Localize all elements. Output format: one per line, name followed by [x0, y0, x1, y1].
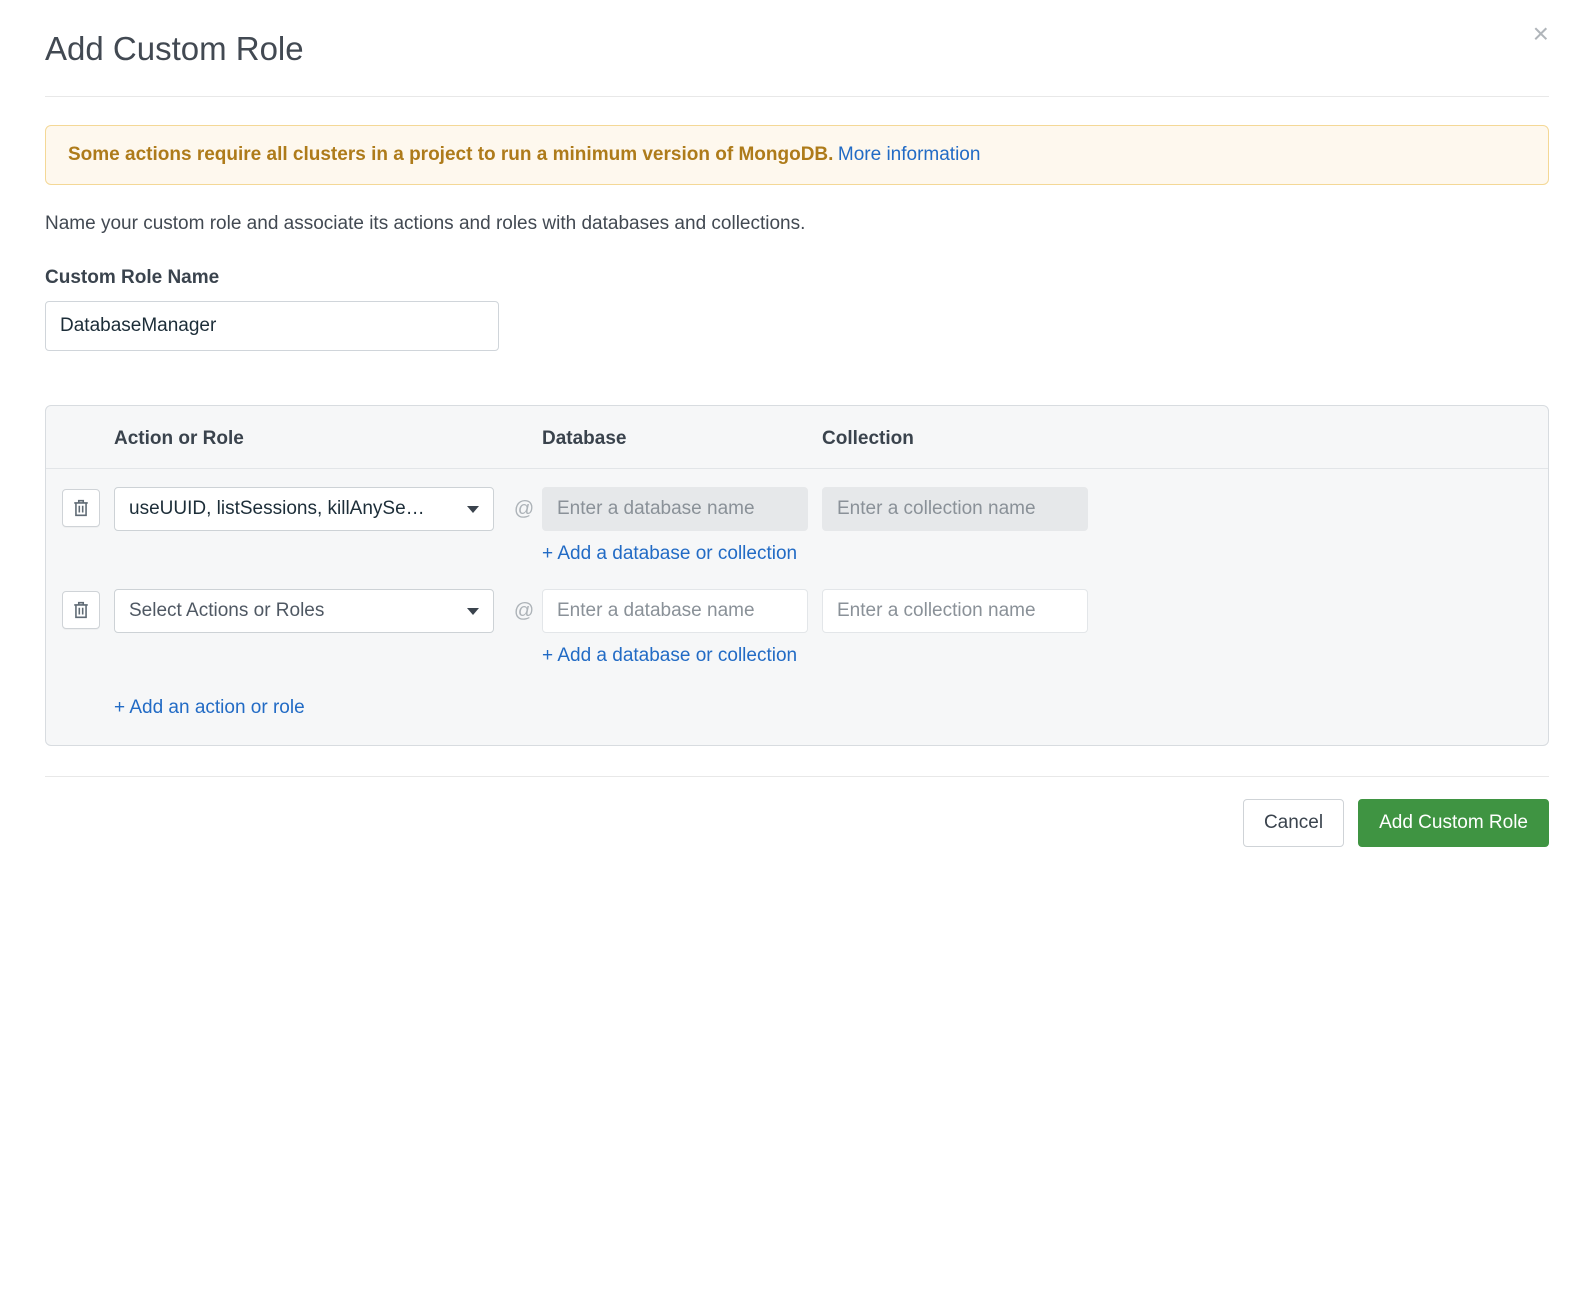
action-select[interactable]: Select Actions or Roles	[114, 589, 494, 633]
add-custom-role-modal: × Add Custom Role Some actions require a…	[45, 30, 1549, 847]
add-db-collection-link[interactable]: + Add a database or collection	[542, 645, 797, 667]
database-input[interactable]	[542, 589, 808, 633]
table-header: Action or Role Database Collection	[46, 406, 1548, 469]
at-symbol: @	[514, 498, 534, 520]
alert-banner: Some actions require all clusters in a p…	[45, 125, 1549, 185]
header-collection: Collection	[822, 428, 1102, 450]
delete-row-button[interactable]	[62, 489, 100, 527]
database-input	[542, 487, 808, 531]
action-select[interactable]: useUUID, listSessions, killAnySe…	[114, 487, 494, 531]
action-select-value: useUUID, listSessions, killAnySe…	[129, 498, 425, 520]
trash-icon	[73, 601, 89, 619]
collection-input	[822, 487, 1088, 531]
chevron-down-icon	[467, 506, 479, 513]
table-row: useUUID, listSessions, killAnySe… @	[46, 469, 1548, 531]
header-database: Database	[542, 428, 822, 450]
close-icon[interactable]: ×	[1533, 20, 1549, 48]
collection-input[interactable]	[822, 589, 1088, 633]
add-db-collection-link[interactable]: + Add a database or collection	[542, 543, 797, 565]
header-action: Action or Role	[114, 428, 506, 450]
add-action-role-link[interactable]: + Add an action or role	[114, 697, 305, 719]
table-row: Select Actions or Roles @	[46, 571, 1548, 633]
permissions-table: Action or Role Database Collection useUU…	[45, 405, 1549, 746]
divider	[45, 96, 1549, 97]
chevron-down-icon	[467, 608, 479, 615]
alert-text: Some actions require all clusters in a p…	[68, 144, 833, 165]
alert-more-info-link[interactable]: More information	[838, 144, 981, 165]
modal-title: Add Custom Role	[45, 30, 1549, 68]
role-name-input[interactable]	[45, 301, 499, 351]
trash-icon	[73, 499, 89, 517]
action-select-placeholder: Select Actions or Roles	[129, 600, 324, 622]
cancel-button[interactable]: Cancel	[1243, 799, 1344, 847]
add-custom-role-button[interactable]: Add Custom Role	[1358, 799, 1549, 847]
delete-row-button[interactable]	[62, 591, 100, 629]
description-text: Name your custom role and associate its …	[45, 213, 1549, 235]
modal-footer: Cancel Add Custom Role	[45, 776, 1549, 847]
role-name-label: Custom Role Name	[45, 267, 1549, 289]
at-symbol: @	[514, 600, 534, 622]
